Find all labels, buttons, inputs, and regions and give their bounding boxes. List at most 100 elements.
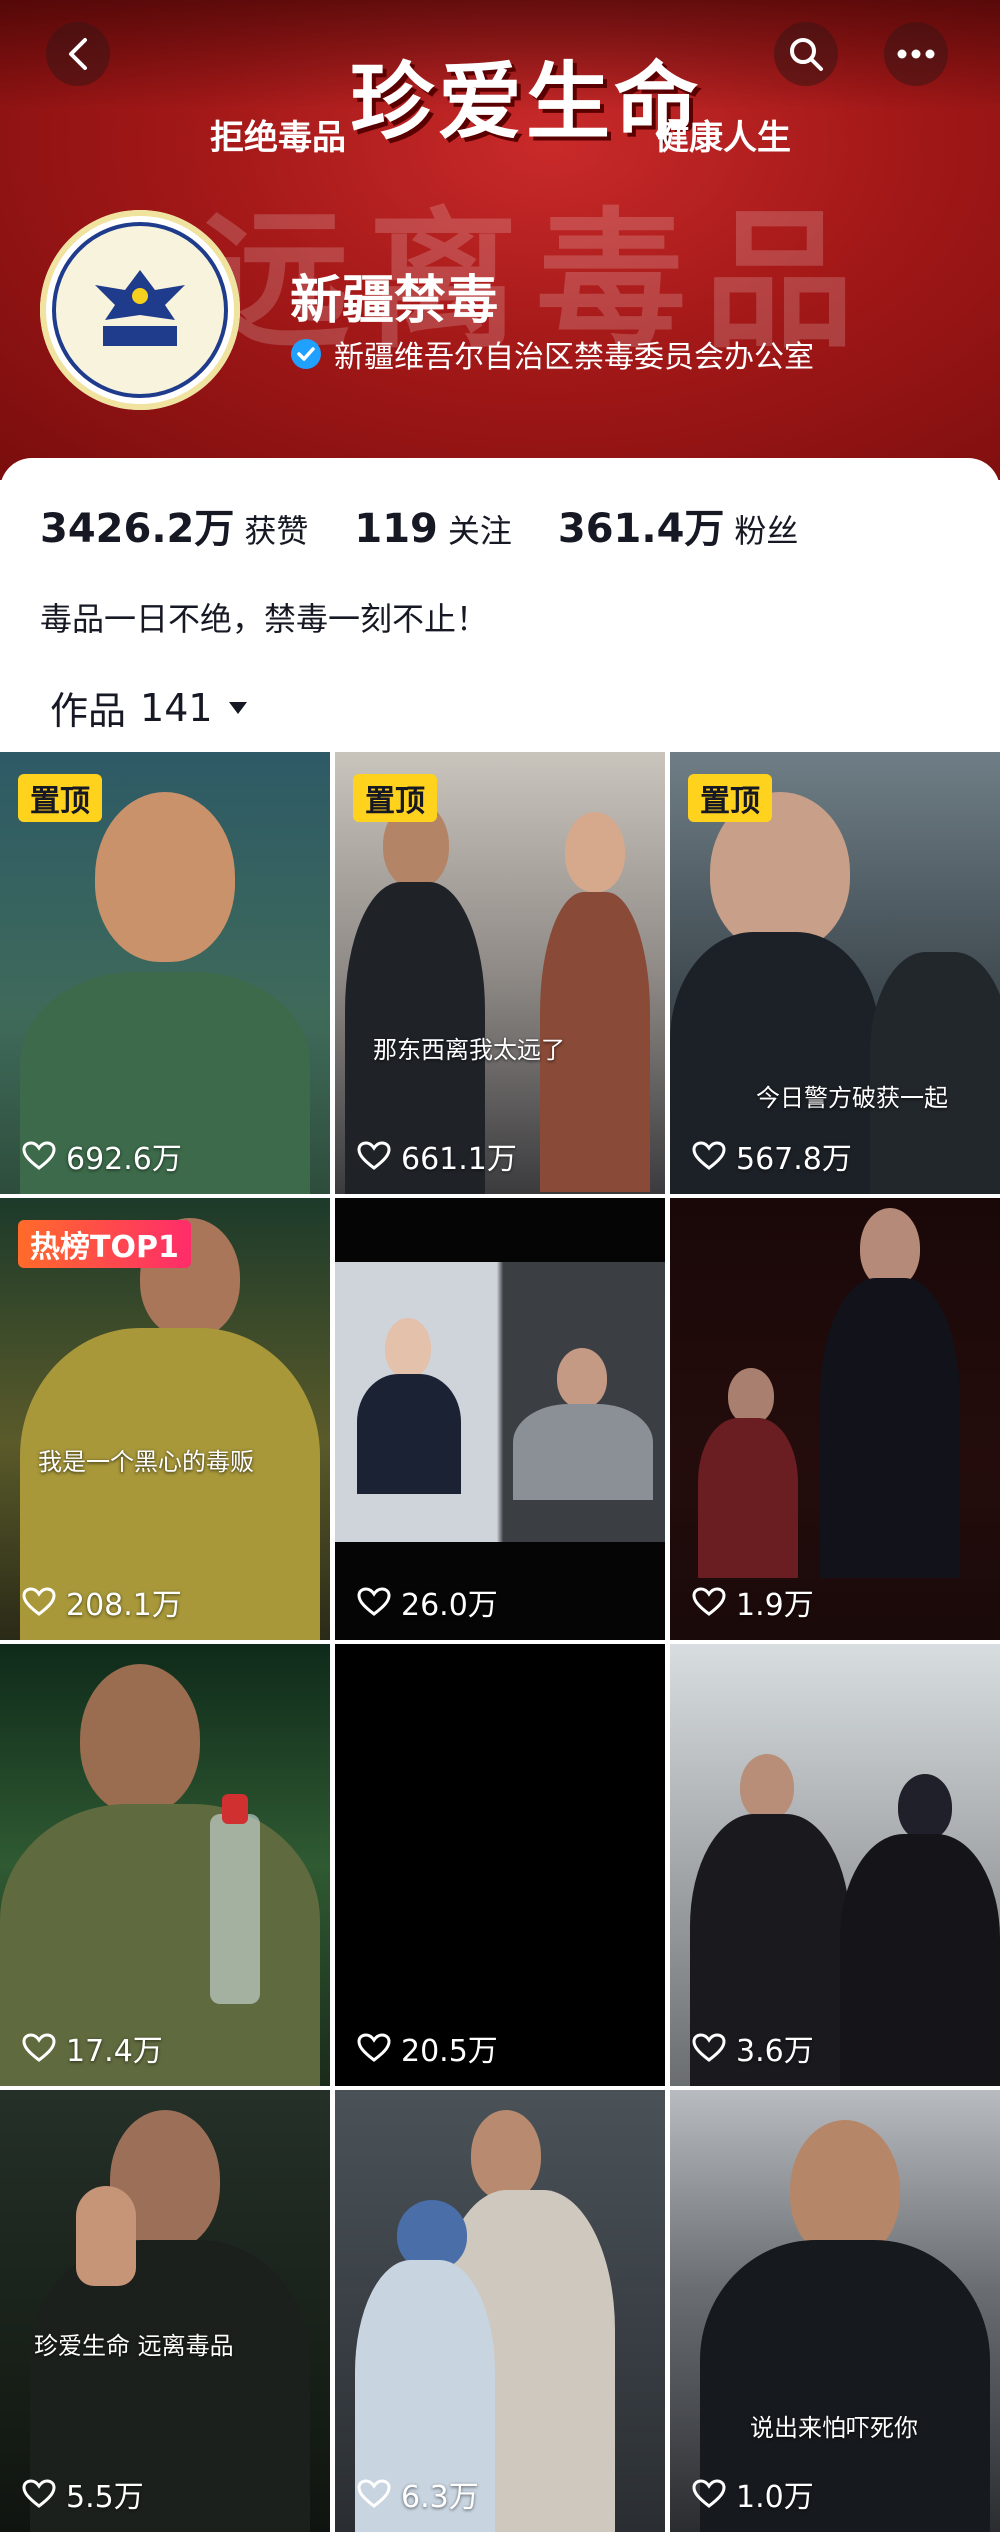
person-figure — [820, 1278, 960, 1578]
video-thumbnail[interactable]: 17.4万 — [0, 1644, 330, 2086]
emblem-logo — [52, 222, 228, 398]
video-likes: 661.1万 — [357, 1134, 517, 1178]
following-label[interactable]: 关注 — [448, 506, 512, 552]
video-thumbnail[interactable]: 1.9万 — [670, 1198, 1000, 1640]
likes-count: 3426.2万 — [40, 506, 235, 552]
person-figure — [728, 1368, 774, 1424]
heart-icon — [692, 2033, 726, 2062]
video-thumbnail[interactable]: 26.0万 — [335, 1198, 665, 1640]
heart-icon — [22, 2479, 56, 2508]
video-likes: 26.0万 — [357, 1580, 498, 1624]
person-figure — [860, 1208, 920, 1288]
chevron-left-icon — [69, 38, 87, 70]
eagle-emblem-icon — [95, 270, 185, 346]
stats-row: 3426.2万 获赞 119 关注 361.4万 粉丝 — [40, 496, 844, 554]
likes-value: 5.5万 — [66, 2480, 144, 2515]
video-thumbnail[interactable]: 置顶 今日警方破获一起 567.8万 — [670, 752, 1000, 1194]
video-likes: 3.6万 — [692, 2026, 814, 2070]
verified-organization: 新疆维吾尔自治区禁毒委员会办公室 — [334, 340, 814, 375]
video-grid: 置顶 692.6万 置顶 那东西离我太远了 661.1万 置顶 今日警方破获一起… — [0, 752, 1000, 2532]
person-figure — [357, 1374, 461, 1494]
likes-value: 26.0万 — [401, 1588, 498, 1623]
bottle — [210, 1814, 260, 2004]
following-count[interactable]: 119 — [354, 506, 438, 552]
video-thumbnail[interactable]: 20.5万 — [335, 1644, 665, 2086]
video-caption: 那东西离我太远了 — [373, 1036, 565, 1064]
video-likes: 208.1万 — [22, 1580, 182, 1624]
person-figure — [870, 952, 1000, 1194]
caret-down-icon — [228, 701, 247, 714]
person-figure — [740, 1754, 794, 1820]
likes-value: 3.6万 — [736, 2034, 814, 2069]
raised-hand — [76, 2186, 136, 2286]
video-likes: 1.9万 — [692, 1580, 814, 1624]
more-button[interactable] — [884, 22, 948, 86]
video-likes: 17.4万 — [22, 2026, 163, 2070]
heart-icon — [22, 2033, 56, 2062]
video-thumbnail[interactable]: 珍爱生命 远离毒品 5.5万 — [0, 2090, 330, 2532]
video-thumbnail[interactable]: 置顶 692.6万 — [0, 752, 330, 1194]
likes-label: 获赞 — [244, 512, 309, 550]
person-figure — [840, 1834, 1000, 2086]
video-thumbnail[interactable]: 热榜TOP1 我是一个黑心的毒贩 208.1万 — [0, 1198, 330, 1640]
account-name: 新疆禁毒 — [290, 271, 499, 331]
video-likes: 567.8万 — [692, 1134, 852, 1178]
video-likes: 5.5万 — [22, 2472, 144, 2516]
heart-icon — [357, 2033, 391, 2062]
likes-value: 692.6万 — [66, 1142, 182, 1177]
profile-banner: 远离毒品 拒绝毒品 珍爱生命 健康人生 新疆禁毒 新疆维吾尔自治区禁毒委员会办公… — [0, 0, 1000, 480]
person-figure — [565, 812, 625, 892]
video-thumbnail[interactable]: 3.6万 — [670, 1644, 1000, 2086]
video-thumbnail[interactable]: 置顶 那东西离我太远了 661.1万 — [335, 752, 665, 1194]
banner-slogan-left: 拒绝毒品 — [210, 118, 346, 158]
likes-value: 1.0万 — [736, 2480, 814, 2515]
person-figure — [80, 1664, 200, 1814]
person-figure — [557, 1348, 607, 1408]
search-button[interactable] — [774, 22, 838, 86]
more-icon — [897, 49, 935, 59]
banner-slogan-right: 健康人生 — [655, 118, 791, 158]
person-figure — [385, 1318, 431, 1378]
works-count: 141 — [140, 685, 213, 730]
profile-card: 3426.2万 获赞 119 关注 361.4万 粉丝 毒品一日不绝，禁毒一刻不… — [0, 458, 1000, 758]
likes-value: 1.9万 — [736, 1588, 814, 1623]
person-figure — [471, 2110, 541, 2200]
avatar[interactable] — [40, 210, 240, 410]
heart-icon — [22, 1587, 56, 1616]
hot-rank-badge: 热榜TOP1 — [18, 1220, 191, 1268]
heart-icon — [692, 1587, 726, 1616]
person-figure — [513, 1404, 653, 1500]
video-caption: 我是一个黑心的毒贩 — [38, 1448, 254, 1476]
likes-value: 20.5万 — [401, 2034, 498, 2069]
video-caption: 今日警方破获一起 — [756, 1084, 948, 1112]
person-figure — [898, 1774, 952, 1840]
pinned-badge: 置顶 — [353, 774, 437, 822]
back-button[interactable] — [46, 22, 110, 86]
pinned-badge: 置顶 — [688, 774, 772, 822]
video-thumbnail[interactable]: 说出来怕吓死你 1.0万 — [670, 2090, 1000, 2532]
video-likes: 692.6万 — [22, 1134, 182, 1178]
bottle-cap — [222, 1794, 248, 1824]
heart-icon — [692, 1141, 726, 1170]
video-likes: 20.5万 — [357, 2026, 498, 2070]
person-figure — [95, 792, 235, 962]
likes-value: 208.1万 — [66, 1588, 182, 1623]
likes-value: 6.3万 — [401, 2480, 479, 2515]
bio: 毒品一日不绝，禁毒一刻不止！ — [40, 600, 489, 638]
followers-count[interactable]: 361.4万 — [558, 496, 725, 554]
person-figure — [790, 2120, 900, 2260]
heart-icon — [22, 1141, 56, 1170]
video-thumbnail[interactable]: 6.3万 — [335, 2090, 665, 2532]
person-figure — [698, 1418, 798, 1578]
likes-value: 567.8万 — [736, 1142, 852, 1177]
likes-value: 661.1万 — [401, 1142, 517, 1177]
heart-icon — [692, 2479, 726, 2508]
heart-icon — [357, 2479, 391, 2508]
verified-check-icon — [291, 339, 321, 369]
search-icon — [790, 38, 823, 71]
verification-row: 新疆维吾尔自治区禁毒委员会办公室 — [290, 332, 814, 376]
tab-works[interactable]: 作品 141 — [50, 680, 249, 735]
followers-label[interactable]: 粉丝 — [734, 506, 798, 552]
video-likes: 6.3万 — [357, 2472, 479, 2516]
heart-icon — [357, 1141, 391, 1170]
